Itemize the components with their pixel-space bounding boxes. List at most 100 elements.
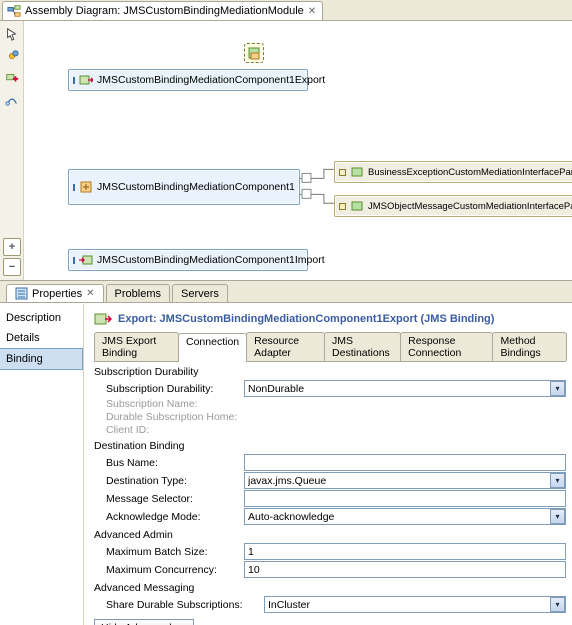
view-tab-bar: Properties ✕ Problems Servers <box>0 281 572 303</box>
zoom-controls: + − <box>3 238 21 276</box>
field-acknowledge-mode: Acknowledge Mode: ▾ <box>94 508 566 525</box>
bottom-panel: Properties ✕ Problems Servers Descriptio… <box>0 281 572 625</box>
node-mediation[interactable]: JMSCustomBindingMediationComponent1 <box>68 169 300 205</box>
field-client-id: Client ID: <box>94 424 566 436</box>
field-message-selector: Message Selector: <box>94 490 566 507</box>
export-icon <box>94 310 112 328</box>
field-subscription-name: Subscription Name: <box>94 398 566 410</box>
label: Maximum Concurrency: <box>94 564 244 576</box>
properties-body: Description Details Binding Export: JMSC… <box>0 303 572 625</box>
destination-type-combo[interactable] <box>244 472 566 489</box>
tab-properties[interactable]: Properties ✕ <box>6 284 104 302</box>
field-bus-name: Bus Name: <box>94 454 566 471</box>
field-max-concurrency: Maximum Concurrency: <box>94 561 566 578</box>
label: Destination Type: <box>94 475 244 487</box>
zoom-in-button[interactable]: + <box>3 238 21 256</box>
field-share-durable: Share Durable Subscriptions: ▾ <box>94 596 566 613</box>
message-selector-input[interactable] <box>244 490 566 507</box>
field-subscription-durability: Subscription Durability: ▾ <box>94 380 566 397</box>
editor-tab-assembly-diagram[interactable]: Assembly Diagram: JMSCustomBindingMediat… <box>2 1 323 20</box>
properties-icon <box>15 287 28 300</box>
subtab-export-binding[interactable]: JMS Export Binding <box>94 332 179 361</box>
subtab-connection[interactable]: Connection <box>178 333 247 362</box>
chevron-down-icon[interactable]: ▾ <box>550 473 565 488</box>
node-label: JMSCustomBindingMediationComponent1Impor… <box>97 254 325 266</box>
node-label: BusinessExceptionCustomMediationInterfac… <box>368 167 572 178</box>
share-durable-combo[interactable] <box>264 596 566 613</box>
section-subscription-durability: Subscription Durability <box>94 366 566 378</box>
left-tab-description[interactable]: Description <box>0 308 83 328</box>
field-durable-home: Durable Subscription Home: <box>94 411 566 423</box>
properties-left-tabs: Description Details Binding <box>0 304 84 625</box>
section-advanced-admin: Advanced Admin <box>94 529 566 541</box>
selection-marker <box>244 43 264 63</box>
node-import[interactable]: JMSCustomBindingMediationComponent1Impor… <box>68 249 308 271</box>
heading-text: Export: JMSCustomBindingMediationCompone… <box>118 313 494 325</box>
editor-tab-title: Assembly Diagram: JMSCustomBindingMediat… <box>25 5 304 17</box>
label: Maximum Batch Size: <box>94 546 244 558</box>
binding-sub-tabs: JMS Export Binding Connection Resource A… <box>94 332 566 362</box>
max-batch-input[interactable] <box>244 543 566 560</box>
label: Subscription Durability: <box>94 383 244 395</box>
chevron-down-icon[interactable]: ▾ <box>550 381 565 396</box>
label: Durable Subscription Home: <box>94 411 244 423</box>
interface-icon <box>350 165 364 179</box>
chevron-down-icon[interactable]: ▾ <box>550 509 565 524</box>
bus-name-input[interactable] <box>244 454 566 471</box>
tab-problems[interactable]: Problems <box>106 284 170 302</box>
properties-heading: Export: JMSCustomBindingMediationCompone… <box>94 308 566 332</box>
label: Share Durable Subscriptions: <box>94 599 264 611</box>
close-icon[interactable]: ✕ <box>308 6 316 17</box>
tab-label: Properties <box>32 288 82 300</box>
zoom-out-button[interactable]: − <box>3 258 21 276</box>
mediation-icon <box>79 180 93 194</box>
export-icon <box>79 73 93 87</box>
wires <box>24 21 572 280</box>
section-advanced-messaging: Advanced Messaging <box>94 582 566 594</box>
hide-advanced-button[interactable]: Hide Advanced << <box>94 619 194 625</box>
chevron-down-icon[interactable]: ▾ <box>550 597 565 612</box>
field-max-batch: Maximum Batch Size: <box>94 543 566 560</box>
subscription-durability-combo[interactable] <box>244 380 566 397</box>
node-partner-1[interactable]: BusinessExceptionCustomMediationInterfac… <box>334 161 572 183</box>
close-icon[interactable]: ✕ <box>86 288 94 299</box>
label: Client ID: <box>94 424 244 436</box>
left-tab-binding[interactable]: Binding <box>0 348 83 370</box>
left-tab-details[interactable]: Details <box>0 328 83 348</box>
node-label: JMSObjectMessageCustomMediationInterface… <box>368 201 572 212</box>
diagram-canvas[interactable]: JMSCustomBindingMediationComponent1Expor… <box>24 21 572 280</box>
acknowledge-mode-combo[interactable] <box>244 508 566 525</box>
interface-icon <box>350 199 364 213</box>
add-tool[interactable] <box>3 69 21 87</box>
import-icon <box>79 253 93 267</box>
port-icon <box>73 184 75 191</box>
port-icon <box>73 77 75 84</box>
max-concurrency-input[interactable] <box>244 561 566 578</box>
assembly-diagram-area: + − JMSCustomBindingMediationComponent1E… <box>0 21 572 281</box>
label: Acknowledge Mode: <box>94 511 244 523</box>
subtab-jms-destinations[interactable]: JMS Destinations <box>324 332 401 361</box>
node-partner-2[interactable]: JMSObjectMessageCustomMediationInterface… <box>334 195 572 217</box>
port-icon <box>339 169 346 176</box>
subtab-response-connection[interactable]: Response Connection <box>400 332 493 361</box>
properties-content: Export: JMSCustomBindingMediationCompone… <box>84 304 572 625</box>
editor-tab-bar: Assembly Diagram: JMSCustomBindingMediat… <box>0 0 572 21</box>
field-destination-type: Destination Type: ▾ <box>94 472 566 489</box>
tab-label: Problems <box>115 288 161 300</box>
tab-label: Servers <box>181 288 219 300</box>
section-destination-binding: Destination Binding <box>94 440 566 452</box>
node-label: JMSCustomBindingMediationComponent1Expor… <box>97 74 325 86</box>
label: Message Selector: <box>94 493 244 505</box>
node-label: JMSCustomBindingMediationComponent1 <box>97 181 295 193</box>
port-icon <box>73 257 75 264</box>
port-icon <box>339 203 346 210</box>
label: Subscription Name: <box>94 398 244 410</box>
node-export[interactable]: JMSCustomBindingMediationComponent1Expor… <box>68 69 308 91</box>
connect-tool[interactable] <box>3 91 21 109</box>
diagram-icon <box>7 4 21 18</box>
subtab-resource-adapter[interactable]: Resource Adapter <box>246 332 325 361</box>
marquee-tool[interactable] <box>3 47 21 65</box>
pointer-tool[interactable] <box>3 25 21 43</box>
subtab-method-bindings[interactable]: Method Bindings <box>492 332 567 361</box>
tab-servers[interactable]: Servers <box>172 284 228 302</box>
